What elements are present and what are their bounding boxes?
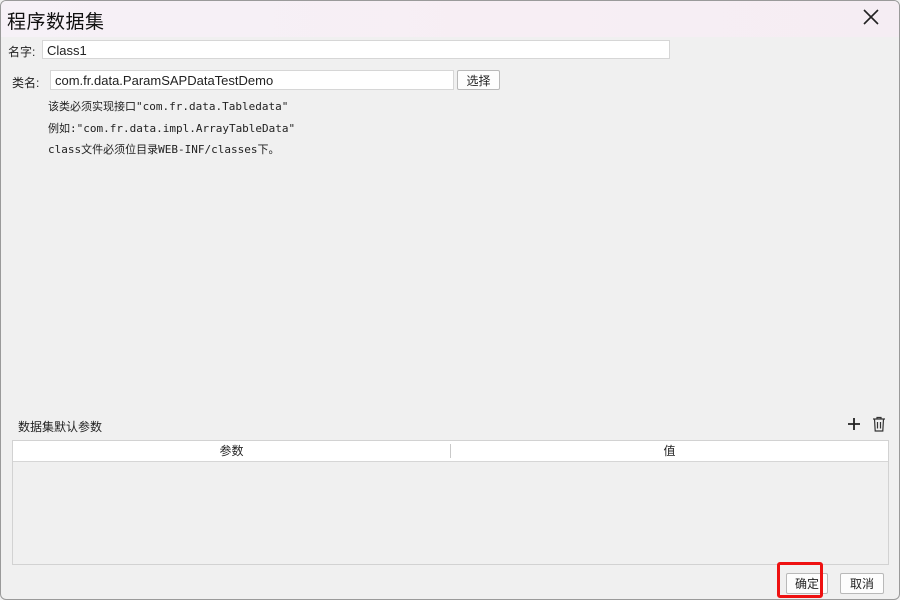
class-label: 类名:	[12, 76, 40, 90]
ok-button[interactable]: 确定	[786, 573, 828, 594]
name-field[interactable]: Class1	[42, 40, 670, 59]
hint-line-3: class文件必须位目录WEB-INF/classes下。	[48, 143, 280, 156]
delete-param-button[interactable]	[870, 416, 888, 437]
params-table: 参数 值	[12, 440, 889, 565]
close-button[interactable]	[853, 5, 889, 33]
program-dataset-dialog: 程序数据集 名字: Class1 类名: com.fr.data.ParamSA…	[0, 0, 900, 600]
class-field[interactable]: com.fr.data.ParamSAPDataTestDemo	[50, 70, 454, 90]
hint-line-1: 该类必须实现接口"com.fr.data.Tabledata"	[48, 100, 289, 113]
title-bar: 程序数据集	[1, 1, 899, 37]
hint-line-2: 例如:"com.fr.data.impl.ArrayTableData"	[48, 122, 296, 135]
add-param-button[interactable]	[845, 417, 863, 435]
name-label: 名字:	[8, 45, 36, 59]
plus-icon	[847, 417, 861, 436]
trash-icon	[872, 416, 886, 437]
dialog-title: 程序数据集	[7, 12, 105, 33]
column-header-param[interactable]: 参数	[13, 441, 450, 461]
column-header-value[interactable]: 值	[451, 441, 888, 461]
close-icon	[862, 8, 880, 31]
params-table-header: 参数 值	[13, 441, 888, 462]
choose-button[interactable]: 选择	[457, 70, 500, 90]
cancel-button[interactable]: 取消	[840, 573, 884, 594]
params-section-title: 数据集默认参数	[18, 420, 103, 434]
